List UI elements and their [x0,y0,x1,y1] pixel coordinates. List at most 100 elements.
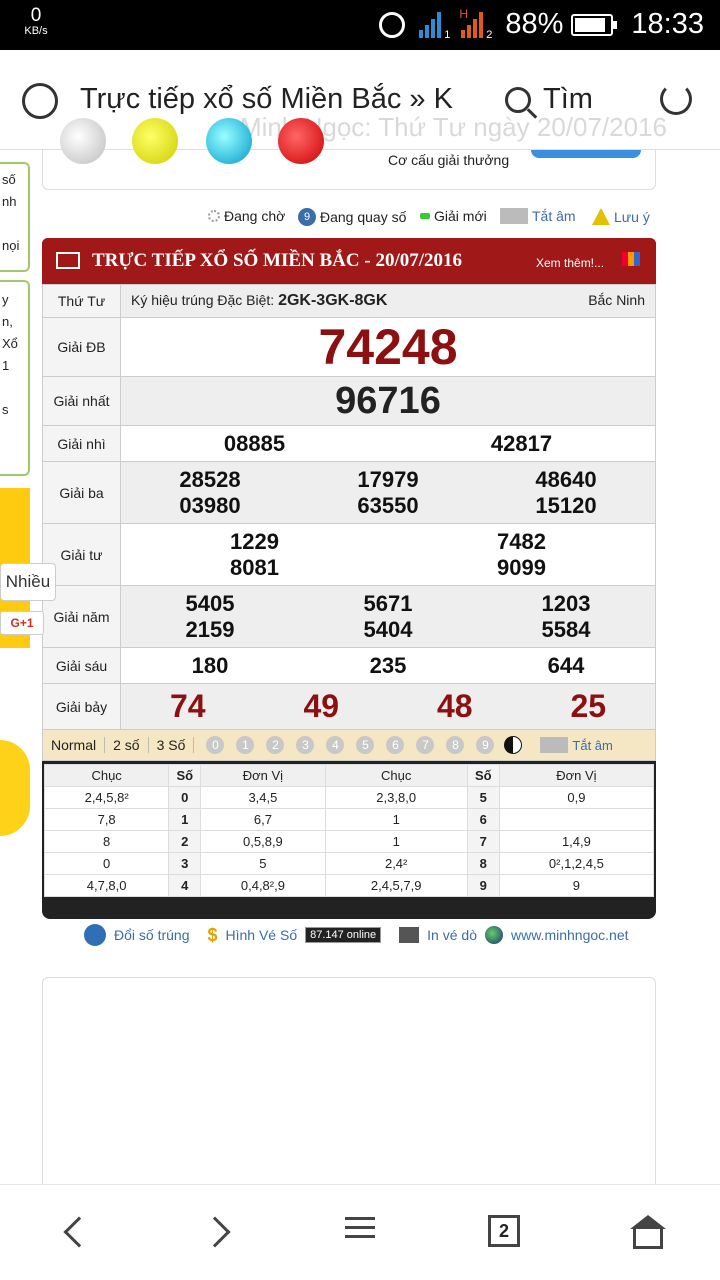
note-button[interactable]: Lưu ý [592,208,650,225]
digit-filter-8[interactable]: 8 [446,736,465,754]
side-box-2: y n, Xổ 1 s [0,280,30,476]
toolbar-mute-button[interactable]: Tắt âm [572,738,612,753]
site-link[interactable]: www.minhngoc.net [511,927,629,943]
signal-sim1-icon: 1 [419,11,450,41]
stats-row: 7,8 1 6,7 1 6 [43,808,655,831]
back-icon[interactable] [63,1216,95,1248]
side-text: Xổ [2,336,18,351]
footer-links: Đổi số trúng $ Hình Vé Số 87.147 online … [84,924,629,946]
stats-cell: 7,8 [43,808,170,831]
results-header: TRỰC TIẾP XỔ SỐ MIỀN BẮC - 20/07/2016 Xe… [42,238,656,284]
side-text: nh [2,194,17,209]
mute-button[interactable]: Tắt âm [500,208,576,224]
spinner-icon [208,210,220,222]
stats-cell: 0 [43,852,170,875]
clock: 18:33 [631,8,704,40]
forward-icon[interactable] [199,1216,231,1248]
yin-yang-icon[interactable] [504,736,523,754]
sixth-prize: 644 [547,652,585,678]
stats-cell: 3 [168,852,202,875]
exchange-ticket-link[interactable]: Đổi số trúng [114,927,189,943]
third-prize: 17979 [357,466,419,492]
digit-filter-7[interactable]: 7 [416,736,435,754]
refresh-icon[interactable] [660,83,692,115]
ticket-images-link[interactable]: Hình Vé Số [226,927,298,943]
stats-cell: 6 [466,808,500,831]
side-text [0,216,28,238]
chart-icon[interactable] [622,252,640,266]
mode-3-digit[interactable]: 3 Số [149,737,195,753]
mode-2-digit[interactable]: 2 số [105,737,149,753]
side-text: nọi [2,238,20,253]
fifth-prize: 5671 [363,590,413,616]
third-prize: 03980 [179,492,241,518]
legend-label: Đang chờ [224,208,286,224]
tabs-button[interactable]: 2 [488,1215,520,1247]
seventh-prize: 74 [169,688,206,724]
stats-cell: 1 [168,808,202,831]
mode-normal[interactable]: Normal [43,737,106,753]
digit-filter-0[interactable]: 0 [206,736,225,754]
speed-value: 0 [30,5,42,26]
fifth-prize: 5405 [185,590,235,616]
stats-header: Số [168,764,202,787]
stats-cell: 5 [466,786,500,809]
stats-cell: 5 [200,852,326,875]
stats-header: Đơn Vị [498,764,655,787]
digit-filter-4[interactable]: 4 [326,736,345,754]
fourth-prize: 9099 [497,554,546,580]
digit-filter-3[interactable]: 3 [296,736,315,754]
side-text: s [2,402,9,417]
third-prize: 28528 [179,466,241,492]
digit-filter-1[interactable]: 1 [236,736,255,754]
stats-cell: 0,5,8,9 [200,830,326,853]
results-title: TRỰC TIẾP XỔ SỐ MIỀN BẮC - 20/07/2016 [92,250,463,271]
stats-cell: 0 [168,786,202,809]
mute-label: Tắt âm [532,208,576,224]
digit-filter-2[interactable]: 2 [266,736,285,754]
fifth-prize: 2159 [185,616,235,642]
mail-icon [56,252,80,269]
home-icon[interactable] [630,1215,666,1251]
digit-filter-9[interactable]: 9 [476,736,495,754]
third-prize: 63550 [357,492,419,518]
sim2-label: 2 [486,28,493,41]
net-type: H [459,6,469,21]
seventh-prize: 49 [303,688,340,724]
stats-cell: 8 [466,852,500,875]
second-prize: 08885 [223,430,286,456]
stats-header: Chục [43,764,170,787]
special-prize: 74248 [318,319,458,375]
sixth-prize: 180 [191,652,229,678]
symbol-value: 2GK-3GK-8GK [278,292,388,309]
first-prize: 96716 [335,379,441,422]
results-panel: TRỰC TIẾP XỔ SỐ MIỀN BẮC - 20/07/2016 Xe… [42,238,656,919]
stats-row: 8 2 0,5,8,9 1 7 1,4,9 [43,830,655,853]
site-icon[interactable] [22,83,58,119]
browser-bottom-nav: 2 [0,1184,720,1280]
fifth-prize: 1203 [541,590,591,616]
speed-unit: KB/s [24,25,48,37]
fifth-prize: 5584 [541,616,591,642]
digit-filter-6[interactable]: 6 [386,736,405,754]
page-title-field[interactable]: Trực tiếp xổ số Miền Bắc » K [80,83,480,116]
menu-icon[interactable] [345,1211,375,1244]
side-ad-balls-2[interactable] [0,740,30,836]
blue-button[interactable] [531,150,641,158]
results-table: Thứ Tư Ký hiệu trúng Đặc Biệt: 2GK-3GK-8… [42,284,656,730]
ball-nine-icon: 9 [298,208,316,226]
prize-structure-link[interactable]: Cơ cấu giải thưởng [388,152,509,168]
battery-percent: 88% [505,8,564,40]
search-button[interactable]: Tìm [505,83,593,116]
stats-cell: 7 [466,830,500,853]
google-plus-button[interactable]: G+1 [0,611,44,635]
warning-icon [592,208,610,225]
seventh-prize: 48 [436,688,473,724]
symbol-cell: Ký hiệu trúng Đặc Biệt: 2GK-3GK-8GK Bắc … [120,284,656,318]
print-ticket-link[interactable]: In vé dò [427,927,477,943]
second-prize: 42817 [490,430,553,456]
digit-filter-5[interactable]: 5 [356,736,375,754]
stats-header: Đơn Vị [200,764,326,787]
fourth-prize: 7482 [497,528,546,554]
see-more-link[interactable]: Xem thêm!... [536,256,604,270]
